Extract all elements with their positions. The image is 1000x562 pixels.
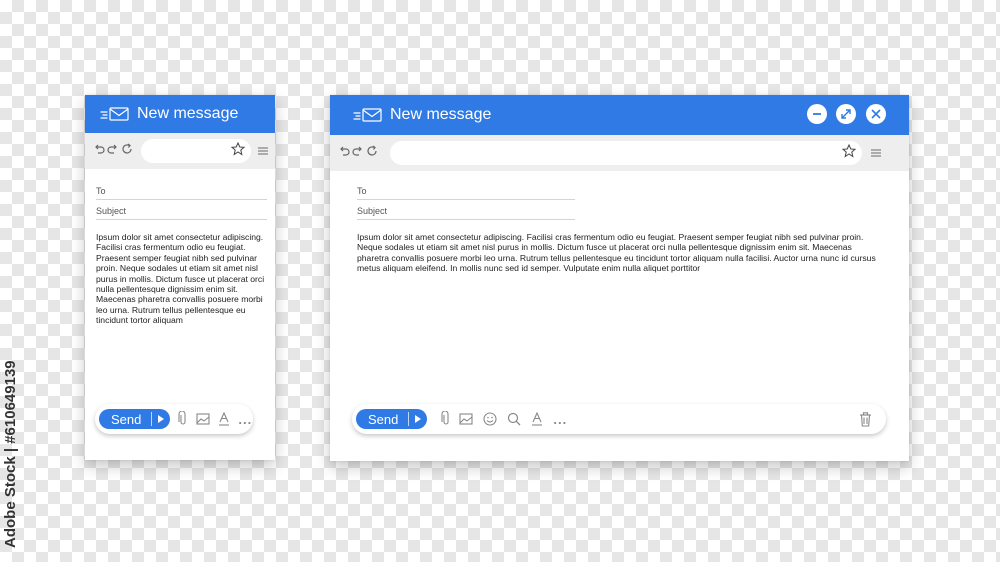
compose-actions-bar: Send ... <box>95 404 253 434</box>
subject-field[interactable]: Subject <box>96 206 267 220</box>
text-format-icon[interactable] <box>218 412 230 426</box>
small-title-bar: New message <box>85 95 275 133</box>
large-title-bar: New message <box>330 95 909 135</box>
image-icon[interactable] <box>196 413 210 425</box>
send-label: Send <box>111 411 142 427</box>
menu-icon[interactable] <box>257 145 269 157</box>
compose-actions-bar: Send ... <box>352 404 886 434</box>
send-options-icon[interactable] <box>152 415 170 423</box>
stock-watermark: Adobe Stock | #610649139 <box>2 360 19 548</box>
minimize-button[interactable] <box>807 104 827 124</box>
subject-label: Subject <box>357 206 388 216</box>
expand-icon <box>841 109 851 119</box>
subject-field[interactable]: Subject <box>357 206 575 220</box>
star-icon[interactable] <box>230 141 246 161</box>
mail-icon <box>352 107 384 123</box>
close-button[interactable] <box>866 104 886 124</box>
small-toolbar <box>85 133 275 169</box>
undo-icon[interactable] <box>93 142 107 160</box>
send-label: Send <box>368 411 399 427</box>
image-icon[interactable] <box>459 413 473 425</box>
mail-icon <box>99 106 131 122</box>
menu-icon[interactable] <box>870 147 882 159</box>
trash-icon[interactable] <box>859 412 872 427</box>
close-icon <box>871 109 881 119</box>
send-button[interactable]: Send <box>99 409 171 429</box>
star-icon[interactable] <box>841 143 857 163</box>
window-title: New message <box>137 105 239 122</box>
undo-icon[interactable] <box>338 144 352 162</box>
redo-icon[interactable] <box>352 144 366 162</box>
send-button[interactable]: Send <box>356 409 428 429</box>
to-label: To <box>96 186 106 196</box>
more-options-icon[interactable]: ... <box>238 412 252 427</box>
text-format-icon[interactable] <box>531 412 543 426</box>
message-body[interactable]: Ipsum dolor sit amet consectetur adipisc… <box>96 232 269 326</box>
send-options-icon[interactable] <box>409 415 427 423</box>
address-bar[interactable] <box>141 139 251 163</box>
refresh-icon[interactable] <box>366 144 380 162</box>
subject-label: Subject <box>96 206 127 216</box>
window-title: New message <box>390 106 492 123</box>
emoji-icon[interactable] <box>483 412 497 426</box>
to-label: To <box>357 186 367 196</box>
to-field[interactable]: To <box>96 186 267 200</box>
small-compose-window: New message To Subject Ipsum dolor sit a… <box>85 95 275 460</box>
large-toolbar <box>330 135 909 171</box>
attach-icon[interactable] <box>441 411 451 427</box>
refresh-icon[interactable] <box>121 142 135 160</box>
address-bar[interactable] <box>390 141 862 165</box>
minimize-icon <box>813 113 821 115</box>
attach-icon[interactable] <box>178 411 188 427</box>
more-options-icon[interactable]: ... <box>553 412 567 427</box>
to-field[interactable]: To <box>357 186 575 200</box>
expand-button[interactable] <box>836 104 856 124</box>
message-body[interactable]: Ipsum dolor sit amet consectetur adipisc… <box>357 232 877 274</box>
search-icon[interactable] <box>507 412 521 426</box>
large-compose-window: New message To Subject Ipsum dolor sit a… <box>330 95 909 461</box>
redo-icon[interactable] <box>107 142 121 160</box>
